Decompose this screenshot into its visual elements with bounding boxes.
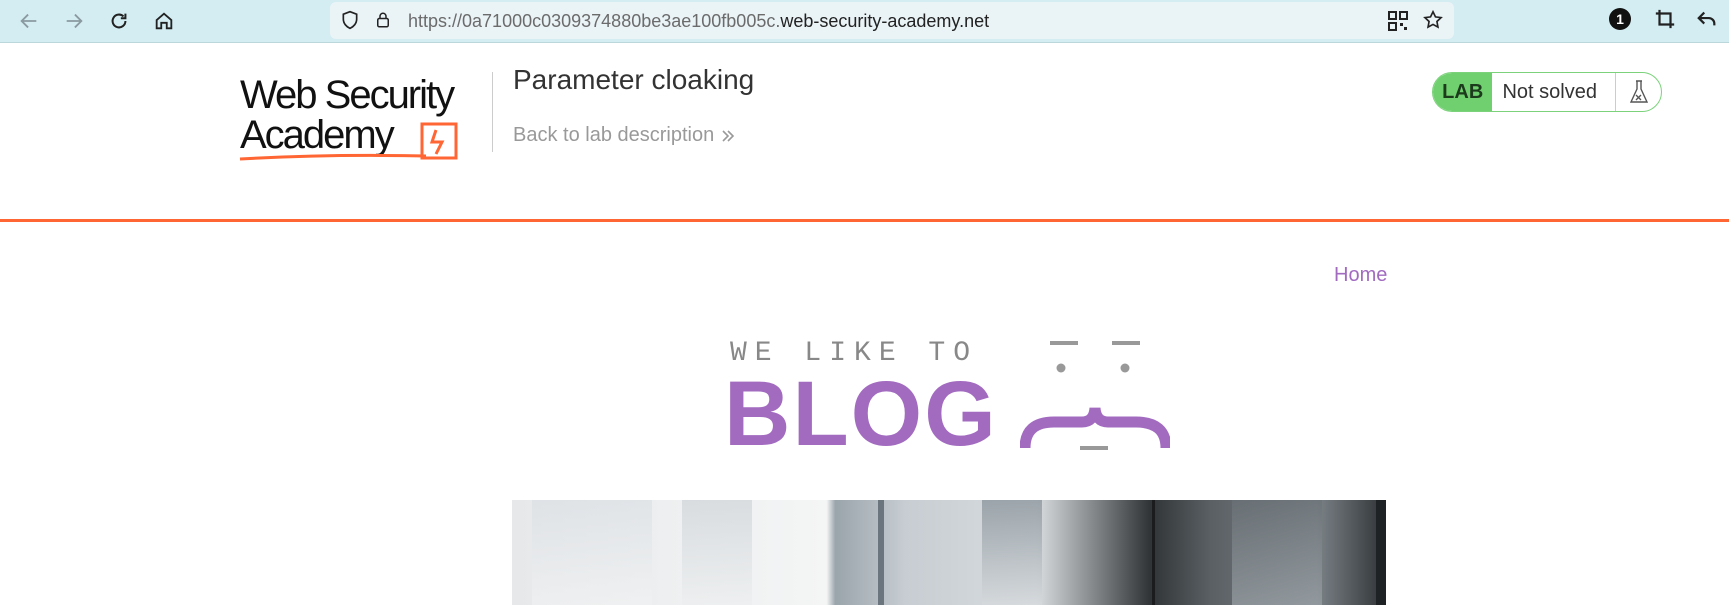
flask-icon[interactable] — [1615, 73, 1661, 111]
address-bar[interactable]: https://0a71000c0309374880be3ae100fb005c… — [330, 2, 1454, 39]
blog-face-icon — [1020, 341, 1170, 450]
forward-button[interactable] — [57, 4, 91, 38]
extension-badge-icon[interactable]: 1 — [1609, 8, 1631, 30]
back-button[interactable] — [12, 4, 46, 38]
shield-icon[interactable] — [340, 10, 360, 30]
qr-code-icon[interactable] — [1388, 11, 1408, 31]
url-prefix: https://0a71000c0309374880be3ae100fb005c… — [408, 11, 781, 31]
lab-badge: LAB — [1433, 73, 1493, 111]
back-to-lab-description-link[interactable]: Back to lab description — [513, 124, 736, 147]
blog-hero-image — [512, 500, 1386, 605]
home-icon — [155, 12, 173, 30]
logo-divider — [492, 72, 493, 152]
crop-icon[interactable] — [1654, 8, 1676, 30]
lab-status-widget: LAB Not solved — [1432, 72, 1662, 112]
blog-logo-word: BLOG — [724, 363, 998, 465]
logo-line2: Academy — [240, 113, 395, 157]
arrow-right-icon — [66, 13, 83, 29]
logo-line1: Web Security — [240, 73, 455, 117]
home-button[interactable] — [147, 4, 181, 38]
bookmark-star-icon[interactable] — [1422, 9, 1444, 31]
lock-icon[interactable] — [374, 10, 392, 30]
nav-home-link[interactable]: Home — [1334, 264, 1387, 287]
lab-header: Web Security Academy Parameter cloaking … — [0, 44, 1729, 222]
undo-arrow-icon[interactable] — [1696, 8, 1718, 30]
back-link-label: Back to lab description — [513, 124, 715, 146]
arrow-left-icon — [20, 13, 37, 29]
reload-button[interactable] — [102, 4, 136, 38]
lab-title: Parameter cloaking — [513, 64, 755, 95]
url-text[interactable]: https://0a71000c0309374880be3ae100fb005c… — [408, 11, 989, 32]
reload-icon — [111, 13, 127, 29]
web-security-academy-logo[interactable]: Web Security Academy — [238, 68, 490, 164]
url-domain: web-security-academy.net — [780, 11, 990, 31]
browser-toolbar: https://0a71000c0309374880be3ae100fb005c… — [0, 0, 1729, 43]
double-chevron-right-icon — [722, 129, 735, 142]
lab-status-text: Not solved — [1502, 80, 1597, 103]
